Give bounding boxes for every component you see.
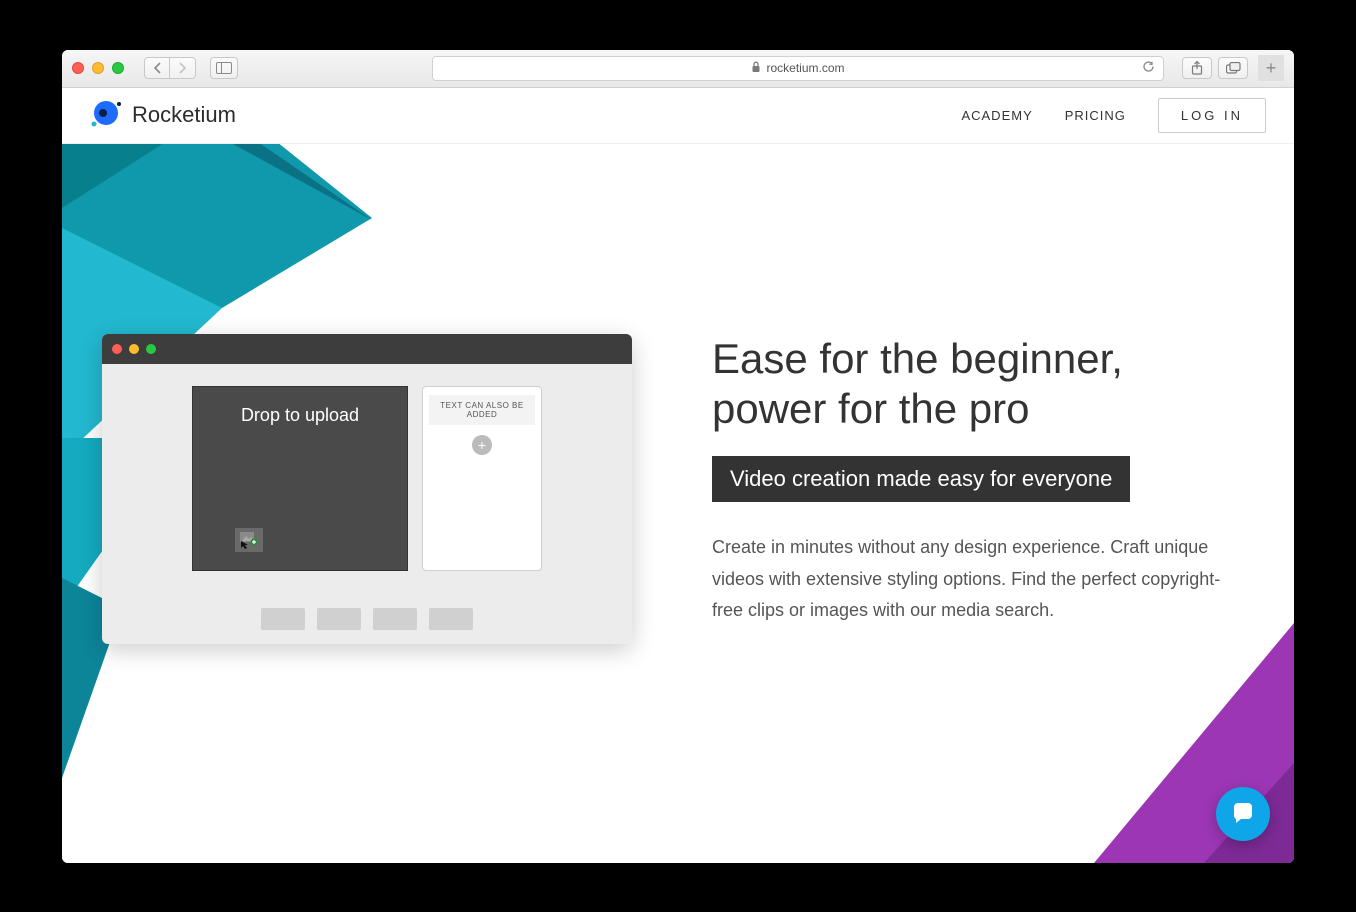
thumb-3: [373, 608, 417, 630]
headline-line1: Ease for the beginner,: [712, 335, 1123, 382]
hero-subhead: Video creation made easy for everyone: [712, 456, 1130, 502]
upload-cursor-icon: [235, 528, 263, 552]
mockup-minimize-icon: [129, 344, 139, 354]
tabs-button[interactable]: [1218, 57, 1248, 79]
headline-line2: power for the pro: [712, 385, 1030, 432]
chat-icon: [1230, 801, 1256, 827]
thumb-1: [261, 608, 305, 630]
sidebar-toggle-button[interactable]: [210, 57, 238, 79]
hero-headline: Ease for the beginner, power for the pro: [712, 334, 1242, 435]
brand-logo[interactable]: Rocketium: [90, 97, 236, 134]
share-button[interactable]: [1182, 57, 1212, 79]
close-window-button[interactable]: [72, 62, 84, 74]
hero-section: Drop to upload: [62, 144, 1294, 863]
rocketium-logo-icon: [90, 97, 122, 134]
side-panel-note: TEXT CAN ALSO BE ADDED: [429, 395, 535, 425]
address-bar[interactable]: rocketium.com: [432, 56, 1164, 81]
browser-toolbar: rocketium.com +: [62, 50, 1294, 88]
mockup-side-panel: TEXT CAN ALSO BE ADDED +: [422, 386, 542, 571]
chat-widget-button[interactable]: [1216, 787, 1270, 841]
thumb-4: [429, 608, 473, 630]
hero-illustration: Drop to upload: [102, 334, 642, 644]
drop-upload-area: Drop to upload: [192, 386, 408, 571]
safari-browser-window: rocketium.com +: [62, 50, 1294, 863]
nav-pricing[interactable]: PRICING: [1065, 108, 1126, 123]
mockup-close-icon: [112, 344, 122, 354]
toolbar-right-group: +: [1182, 55, 1284, 81]
drop-upload-label: Drop to upload: [241, 405, 359, 425]
mockup-zoom-icon: [146, 344, 156, 354]
lock-icon: [751, 61, 761, 76]
reload-icon[interactable]: [1142, 60, 1155, 76]
url-text: rocketium.com: [766, 61, 844, 75]
login-button[interactable]: LOG IN: [1158, 98, 1266, 133]
window-controls: [72, 62, 124, 74]
hero-body: Create in minutes without any design exp…: [712, 532, 1242, 627]
nav-academy[interactable]: ACADEMY: [961, 108, 1032, 123]
back-button[interactable]: [144, 57, 170, 79]
add-icon: +: [472, 435, 492, 455]
hero-copy: Ease for the beginner, power for the pro…: [712, 334, 1242, 627]
editor-mockup: Drop to upload: [102, 334, 632, 644]
mockup-body: Drop to upload: [102, 364, 632, 593]
forward-button[interactable]: [170, 57, 196, 79]
thumb-2: [317, 608, 361, 630]
mockup-titlebar: [102, 334, 632, 364]
webpage: Rocketium ACADEMY PRICING LOG IN: [62, 88, 1294, 863]
nav-button-group: [144, 57, 196, 79]
site-header: Rocketium ACADEMY PRICING LOG IN: [62, 88, 1294, 144]
brand-name: Rocketium: [132, 102, 236, 128]
header-nav: ACADEMY PRICING LOG IN: [961, 98, 1266, 133]
minimize-window-button[interactable]: [92, 62, 104, 74]
maximize-window-button[interactable]: [112, 62, 124, 74]
new-tab-button[interactable]: +: [1258, 55, 1284, 81]
mockup-thumbnails: [102, 608, 632, 630]
